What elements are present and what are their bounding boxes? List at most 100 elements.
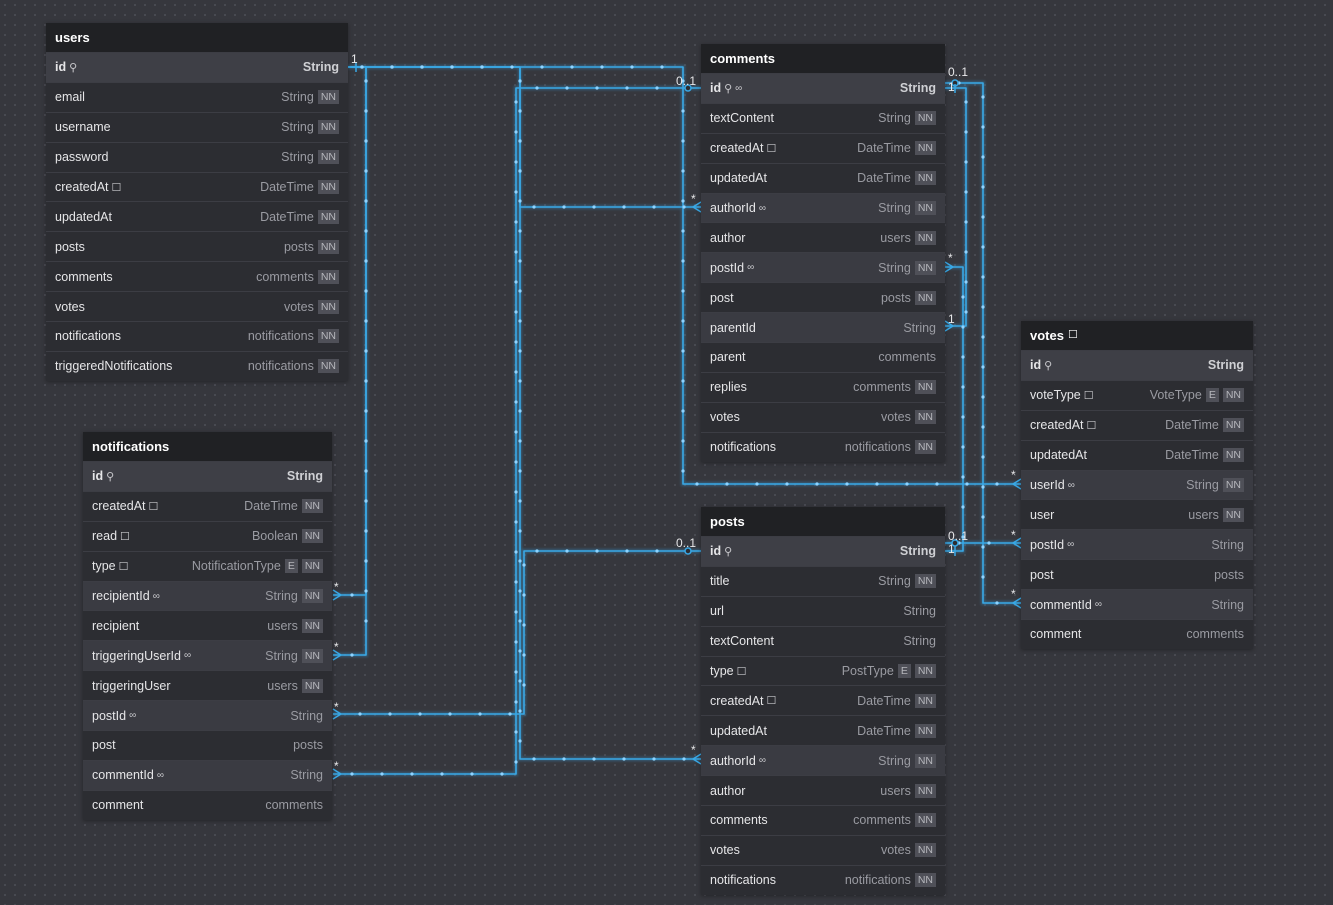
edge-flow-dot bbox=[845, 482, 849, 486]
field-row-comments-textContent[interactable]: textContent String NN bbox=[701, 102, 945, 133]
field-row-users-votes[interactable]: votes votes NN bbox=[46, 291, 348, 321]
field-row-comments-createdAt[interactable]: createdAt ☐ DateTime NN bbox=[701, 132, 945, 163]
field-type: comments bbox=[265, 798, 323, 813]
edge-flow-dot bbox=[480, 65, 484, 69]
field-row-comments-id[interactable]: id ⚲ ∞ String bbox=[701, 73, 945, 103]
field-row-votes-id[interactable]: id ⚲ String bbox=[1021, 350, 1253, 380]
table-name: posts bbox=[710, 514, 745, 529]
field-name: post bbox=[92, 738, 116, 753]
field-row-notifications-recipientId[interactable]: recipientId ∞ String NN bbox=[83, 580, 332, 611]
note-icon: ☐ bbox=[1067, 329, 1078, 341]
field-row-comments-post[interactable]: post posts NN bbox=[701, 282, 945, 312]
edge-flow-dot bbox=[418, 712, 422, 716]
field-row-users-username[interactable]: username String NN bbox=[46, 111, 348, 142]
field-row-comments-notifications[interactable]: notifications notifications NN bbox=[701, 431, 945, 462]
field-row-comments-updatedAt[interactable]: updatedAt DateTime NN bbox=[701, 162, 945, 193]
not-null-badge: NN bbox=[317, 329, 339, 344]
table-comments[interactable]: comments id ⚲ ∞ String textContent String NN cre… bbox=[701, 44, 945, 462]
edge-flow-dot bbox=[364, 319, 368, 323]
field-row-users-posts[interactable]: posts posts NN bbox=[46, 231, 348, 261]
not-null-badge: NN bbox=[317, 299, 339, 314]
field-row-posts-updatedAt[interactable]: updatedAt DateTime NN bbox=[701, 715, 945, 745]
field-row-notifications-post[interactable]: post posts bbox=[83, 730, 332, 760]
field-row-notifications-id[interactable]: id ⚲ String bbox=[83, 461, 332, 491]
table-header[interactable]: notifications bbox=[83, 432, 332, 461]
edge-flow-dot bbox=[681, 349, 685, 353]
field-row-comments-parentId[interactable]: parentId String bbox=[701, 312, 945, 343]
field-row-posts-title[interactable]: title String NN bbox=[701, 565, 945, 596]
table-header[interactable]: votes ☐ bbox=[1021, 321, 1253, 350]
field-type: String bbox=[1211, 597, 1244, 612]
field-type: comments bbox=[853, 813, 911, 828]
field-row-comments-votes[interactable]: votes votes NN bbox=[701, 401, 945, 432]
field-row-users-email[interactable]: email String NN bbox=[46, 81, 348, 112]
field-row-posts-author[interactable]: author users NN bbox=[701, 775, 945, 805]
table-users[interactable]: users id ⚲ String email String NN username Strin… bbox=[46, 23, 348, 381]
edge-flow-dot bbox=[518, 469, 522, 473]
field-row-posts-createdAt[interactable]: createdAt ☐ DateTime NN bbox=[701, 685, 945, 715]
field-row-notifications-type[interactable]: type ☐ NotificationType E NN bbox=[83, 550, 332, 581]
table-votes[interactable]: votes ☐ id ⚲ String voteType ☐ VoteType E NN creat… bbox=[1021, 321, 1253, 649]
field-row-posts-comments[interactable]: comments comments NN bbox=[701, 805, 945, 835]
field-row-posts-type[interactable]: type ☐ PostType E NN bbox=[701, 655, 945, 686]
field-row-users-comments[interactable]: comments comments NN bbox=[46, 261, 348, 291]
field-row-posts-authorId[interactable]: authorId ∞ String NN bbox=[701, 745, 945, 776]
field-row-votes-updatedAt[interactable]: updatedAt DateTime NN bbox=[1021, 439, 1253, 470]
field-name-cell: author bbox=[710, 231, 880, 245]
field-row-notifications-comment[interactable]: comment comments bbox=[83, 789, 332, 820]
field-row-notifications-commentId[interactable]: commentId ∞ String bbox=[83, 759, 332, 790]
field-name: id bbox=[710, 544, 722, 559]
table-notifications[interactable]: notifications id ⚲ String createdAt ☐ DateTime… bbox=[83, 432, 332, 820]
field-row-notifications-postId[interactable]: postId ∞ String bbox=[83, 700, 332, 731]
field-row-users-password[interactable]: password String NN bbox=[46, 141, 348, 172]
not-null-badge: NN bbox=[914, 873, 936, 888]
field-row-comments-parent[interactable]: parent comments bbox=[701, 342, 945, 372]
table-header[interactable]: comments bbox=[701, 44, 945, 73]
field-row-votes-comment[interactable]: comment comments bbox=[1021, 619, 1253, 649]
field-row-users-id[interactable]: id ⚲ String bbox=[46, 52, 348, 82]
edge-flow-dot bbox=[420, 65, 424, 69]
edge-flow-dot bbox=[570, 65, 574, 69]
field-row-votes-voteType[interactable]: voteType ☐ VoteType E NN bbox=[1021, 379, 1253, 410]
field-row-votes-createdAt[interactable]: createdAt ☐ DateTime NN bbox=[1021, 409, 1253, 440]
field-row-votes-userId[interactable]: userId ∞ String NN bbox=[1021, 469, 1253, 500]
not-null-badge: NN bbox=[317, 239, 339, 254]
field-row-users-createdAt[interactable]: createdAt ☐ DateTime NN bbox=[46, 171, 348, 202]
edge-flow-dot bbox=[522, 653, 526, 657]
edge-flow-dot bbox=[961, 295, 965, 299]
field-row-notifications-triggeringUserId[interactable]: triggeringUserId ∞ String NN bbox=[83, 640, 332, 671]
not-null-badge: NN bbox=[317, 120, 339, 135]
field-row-votes-user[interactable]: user users NN bbox=[1021, 499, 1253, 529]
field-row-comments-authorId[interactable]: authorId ∞ String NN bbox=[701, 192, 945, 223]
field-row-comments-replies[interactable]: replies comments NN bbox=[701, 371, 945, 402]
field-row-comments-postId[interactable]: postId ∞ String NN bbox=[701, 252, 945, 283]
field-row-notifications-recipient[interactable]: recipient users NN bbox=[83, 610, 332, 640]
field-row-posts-url[interactable]: url String bbox=[701, 595, 945, 626]
edge-flow-dot bbox=[964, 100, 968, 104]
note-icon: ☐ bbox=[766, 142, 777, 155]
field-row-notifications-triggeringUser[interactable]: triggeringUser users NN bbox=[83, 670, 332, 700]
field-row-posts-textContent[interactable]: textContent String bbox=[701, 625, 945, 656]
note-icon: ☐ bbox=[766, 695, 777, 708]
field-row-users-updatedAt[interactable]: updatedAt DateTime NN bbox=[46, 201, 348, 231]
field-row-notifications-createdAt[interactable]: createdAt ☐ DateTime NN bbox=[83, 490, 332, 521]
field-row-users-notifications[interactable]: notifications notifications NN bbox=[46, 321, 348, 351]
table-header[interactable]: posts bbox=[701, 507, 945, 536]
field-row-comments-author[interactable]: author users NN bbox=[701, 222, 945, 252]
field-row-posts-id[interactable]: id ⚲ String bbox=[701, 536, 945, 566]
field-row-posts-notifications[interactable]: notifications notifications NN bbox=[701, 864, 945, 895]
table-name: votes bbox=[1030, 328, 1064, 343]
enum-badge: E bbox=[284, 559, 298, 574]
field-name-cell: authorId ∞ bbox=[710, 754, 878, 768]
field-row-votes-post[interactable]: post posts bbox=[1021, 559, 1253, 589]
field-row-votes-postId[interactable]: postId ∞ String bbox=[1021, 529, 1253, 560]
field-name: replies bbox=[710, 380, 747, 395]
table-posts[interactable]: posts id ⚲ String title String NN url String text… bbox=[701, 507, 945, 895]
field-row-votes-commentId[interactable]: commentId ∞ String bbox=[1021, 589, 1253, 620]
field-row-posts-votes[interactable]: votes votes NN bbox=[701, 834, 945, 865]
edge-flow-dot bbox=[388, 712, 392, 716]
field-row-users-triggeredNotifications[interactable]: triggeredNotifications notifications NN bbox=[46, 350, 348, 381]
field-row-notifications-read[interactable]: read ☐ Boolean NN bbox=[83, 520, 332, 551]
card-comments-id-votes: 0..1 bbox=[948, 65, 969, 79]
table-header[interactable]: users bbox=[46, 23, 348, 52]
